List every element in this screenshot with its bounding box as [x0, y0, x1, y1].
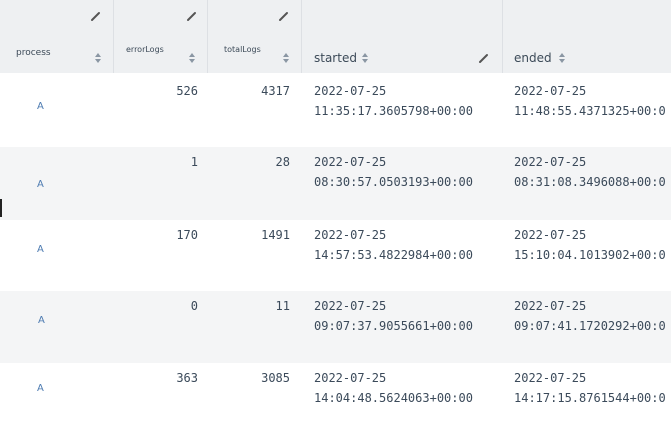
- started-date: 2022-07-25: [314, 84, 387, 98]
- pencil-icon[interactable]: [278, 10, 290, 22]
- ended-date: 2022-07-25: [514, 155, 587, 169]
- cell-ended: 2022-07-25 09:07:41.1720292+00:0: [514, 296, 666, 336]
- column-label-totallogs: totalLogs: [224, 45, 261, 54]
- cell-process[interactable]: A: [37, 101, 44, 112]
- column-header-ended[interactable]: ended: [503, 0, 671, 73]
- table-row[interactable]: A 1 28 2022-07-25 08:30:57.0503193+00:00…: [0, 147, 671, 220]
- pencil-icon[interactable]: [90, 10, 102, 22]
- cell-started: 2022-07-25 14:04:48.5624063+00:00: [314, 368, 473, 408]
- row-edge-marker: [0, 199, 2, 217]
- cell-process[interactable]: A: [37, 244, 44, 255]
- column-header-totallogs[interactable]: totalLogs: [208, 0, 302, 73]
- table-row[interactable]: A 0 11 2022-07-25 09:07:37.9055661+00:00…: [0, 291, 671, 363]
- column-header-process[interactable]: process: [0, 0, 114, 73]
- started-time: 14:04:48.5624063+00:00: [314, 391, 473, 405]
- cell-totallogs: 28: [275, 155, 290, 169]
- ended-time: 11:48:55.4371325+00:0: [514, 104, 666, 118]
- ended-date: 2022-07-25: [514, 299, 587, 313]
- cell-errorlogs: 0: [190, 299, 198, 313]
- column-label-process: process: [16, 48, 51, 58]
- sort-icon[interactable]: [558, 52, 566, 64]
- ended-time: 14:17:15.8761544+00:0: [514, 391, 666, 405]
- cell-totallogs: 1491: [261, 228, 290, 242]
- started-date: 2022-07-25: [314, 371, 387, 385]
- ended-time: 09:07:41.1720292+00:0: [514, 319, 666, 333]
- started-date: 2022-07-25: [314, 155, 387, 169]
- column-label-ended: ended: [514, 51, 552, 65]
- cell-errorlogs: 1: [190, 155, 198, 169]
- pencil-icon[interactable]: [478, 52, 490, 64]
- table-row[interactable]: A 170 1491 2022-07-25 14:57:53.4822984+0…: [0, 220, 671, 291]
- cell-errorlogs: 526: [176, 84, 198, 98]
- column-header-errorlogs[interactable]: errorLogs: [114, 0, 208, 73]
- ended-time: 08:31:08.3496088+00:0: [514, 175, 666, 189]
- cell-started: 2022-07-25 09:07:37.9055661+00:00: [314, 296, 473, 336]
- ended-date: 2022-07-25: [514, 371, 587, 385]
- cell-process[interactable]: A: [37, 383, 44, 394]
- column-label-errorlogs: errorLogs: [126, 45, 164, 54]
- sort-icon[interactable]: [282, 52, 290, 64]
- started-time: 08:30:57.0503193+00:00: [314, 175, 473, 189]
- cell-totallogs: 3085: [261, 371, 290, 385]
- cell-errorlogs: 363: [176, 371, 198, 385]
- started-time: 14:57:53.4822984+00:00: [314, 248, 473, 262]
- cell-process[interactable]: A: [37, 179, 44, 190]
- cell-started: 2022-07-25 11:35:17.3605798+00:00: [314, 81, 473, 121]
- ended-date: 2022-07-25: [514, 84, 587, 98]
- ended-time: 15:10:04.1013902+00:0: [514, 248, 666, 262]
- table-row[interactable]: A 363 3085 2022-07-25 14:04:48.5624063+0…: [0, 363, 671, 422]
- cell-ended: 2022-07-25 14:17:15.8761544+00:0: [514, 368, 666, 408]
- sort-icon[interactable]: [94, 52, 102, 64]
- cell-started: 2022-07-25 08:30:57.0503193+00:00: [314, 152, 473, 192]
- sort-icon[interactable]: [188, 52, 196, 64]
- column-header-started[interactable]: started: [302, 0, 503, 73]
- cell-errorlogs: 170: [176, 228, 198, 242]
- started-date: 2022-07-25: [314, 299, 387, 313]
- started-time: 11:35:17.3605798+00:00: [314, 104, 473, 118]
- cell-ended: 2022-07-25 08:31:08.3496088+00:0: [514, 152, 666, 192]
- sort-icon[interactable]: [361, 52, 369, 64]
- table-row[interactable]: A 526 4317 2022-07-25 11:35:17.3605798+0…: [0, 73, 671, 147]
- pencil-icon[interactable]: [186, 10, 198, 22]
- column-label-started: started: [314, 51, 357, 65]
- results-table: process errorLogs totalLogs started ende…: [0, 0, 671, 422]
- cell-ended: 2022-07-25 11:48:55.4371325+00:0: [514, 81, 666, 121]
- cell-started: 2022-07-25 14:57:53.4822984+00:00: [314, 225, 473, 265]
- cell-process[interactable]: A: [38, 315, 45, 326]
- table-header: process errorLogs totalLogs started ende…: [0, 0, 671, 73]
- started-time: 09:07:37.9055661+00:00: [314, 319, 473, 333]
- started-date: 2022-07-25: [314, 228, 387, 242]
- ended-date: 2022-07-25: [514, 228, 587, 242]
- cell-totallogs: 4317: [261, 84, 290, 98]
- cell-ended: 2022-07-25 15:10:04.1013902+00:0: [514, 225, 666, 265]
- cell-totallogs: 11: [275, 299, 290, 313]
